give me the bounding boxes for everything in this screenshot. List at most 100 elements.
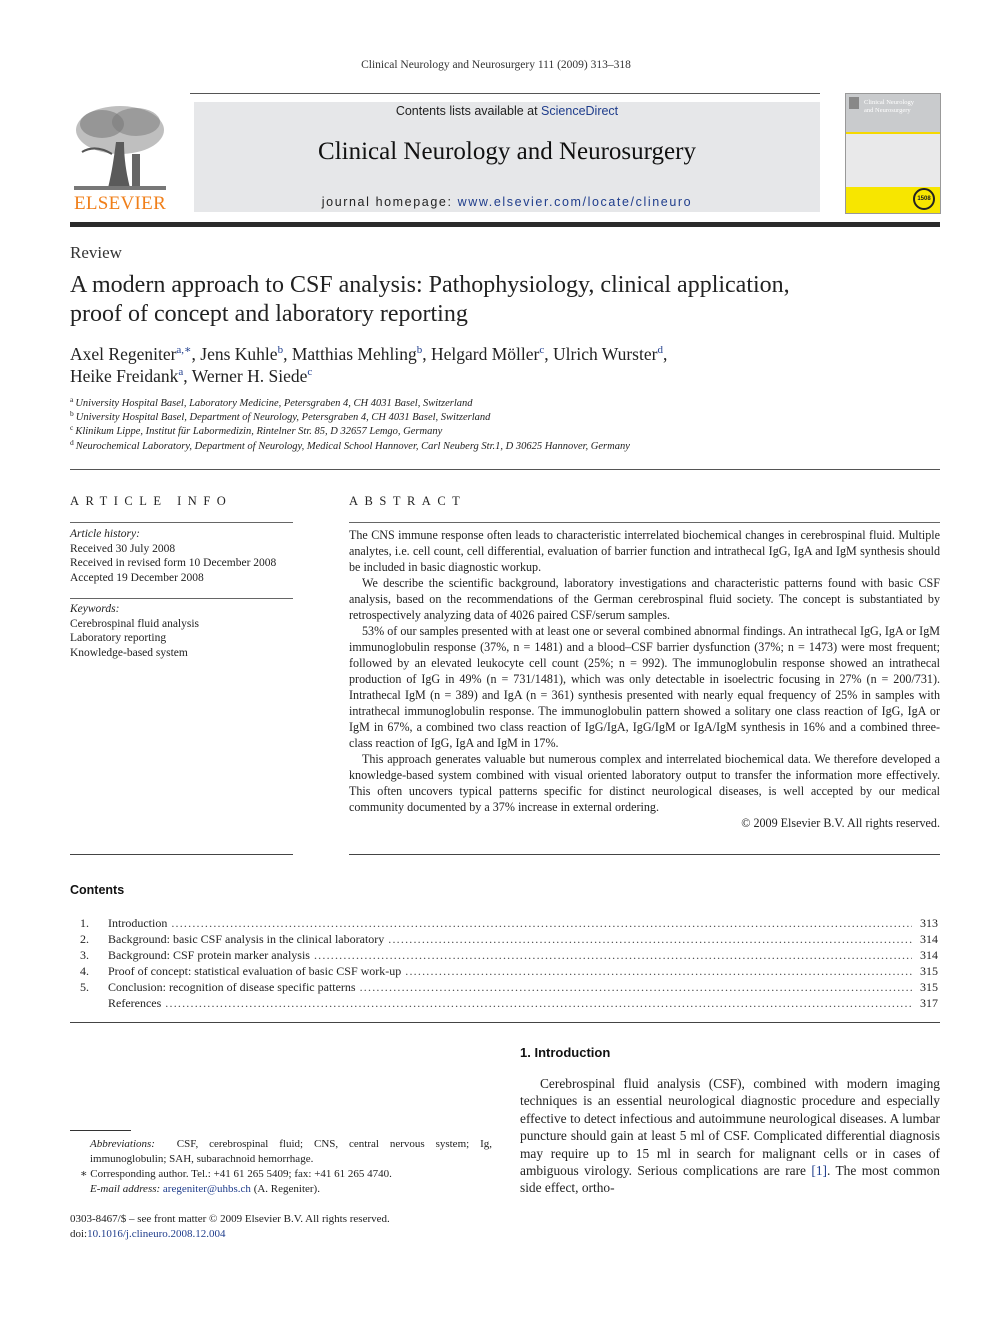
- cover-title-line2: and Neurosurgery: [864, 107, 911, 114]
- abstract-paragraph: We describe the scientific background, l…: [349, 576, 940, 622]
- author[interactable]: Axel Regenitera,∗: [70, 344, 192, 364]
- abstract-paragraph: This approach generates valuable but num…: [349, 752, 940, 814]
- abstract-end-rule: [349, 854, 940, 855]
- doi-link[interactable]: 10.1016/j.clineuro.2008.12.004: [87, 1228, 225, 1240]
- elsevier-wordmark: ELSEVIER: [73, 193, 167, 214]
- article-title-line1: A modern approach to CSF analysis: Patho…: [70, 272, 790, 298]
- contents-available-prefix: Contents lists available at: [395, 104, 542, 118]
- affiliation-text: University Hospital Basel, Laboratory Me…: [75, 398, 473, 409]
- email-link[interactable]: aregeniter@uhbs.ch: [163, 1183, 251, 1195]
- elsevier-logo[interactable]: ELSEVIER: [68, 100, 172, 215]
- toc-page: 313: [920, 916, 938, 930]
- toc-number: 4.: [80, 964, 89, 978]
- cover-footer-band: 1508: [846, 187, 940, 213]
- author-separator: ,: [183, 366, 192, 386]
- affiliation-key: c: [70, 423, 74, 433]
- affiliation: b University Hospital Basel, Department o…: [70, 409, 930, 425]
- author-separator: ,: [283, 344, 292, 364]
- toc-number: 1.: [80, 916, 89, 930]
- toc-item-proof-of-concept[interactable]: 4. Proof of concept: statistical evaluati…: [80, 963, 940, 979]
- journal-title: Clinical Neurology and Neurosurgery: [318, 138, 696, 165]
- sciencedirect-link[interactable]: ScienceDirect: [541, 104, 618, 118]
- article-info-end-rule: [70, 854, 293, 855]
- email-suffix: (A. Regeniter).: [250, 1183, 320, 1195]
- author-name: Helgard Möller: [430, 344, 540, 364]
- keyword: Laboratory reporting: [70, 632, 167, 644]
- abstract-paragraph: The CNS immune response often leads to c…: [349, 528, 940, 574]
- toc-leader: [360, 979, 912, 995]
- author-list: Axel Regenitera,∗, Jens Kuhleb, Matthias…: [70, 343, 930, 387]
- author-separator: ,: [544, 344, 553, 364]
- affiliation-key: a: [70, 395, 74, 404]
- author-separator: ,: [191, 344, 201, 364]
- cover-badge-icon: 1508: [913, 188, 935, 210]
- toc-leader: [165, 995, 912, 1011]
- history-entry: Received in revised form 10 December 200…: [70, 557, 277, 569]
- affiliation-key: b: [70, 409, 74, 419]
- toc-title[interactable]: Conclusion: recognition of disease speci…: [108, 979, 356, 995]
- toc-title[interactable]: Introduction: [108, 915, 167, 931]
- running-header: Clinical Neurology and Neurosurgery 111 …: [361, 59, 631, 71]
- masthead-thick-rule: [70, 222, 940, 227]
- footnote-rule: [70, 1130, 131, 1131]
- toc-item-background-protein[interactable]: 3. Background: CSF protein marker analysi…: [80, 947, 940, 963]
- toc-title[interactable]: References: [108, 995, 161, 1011]
- author-separator: ,: [662, 344, 668, 364]
- toc-title[interactable]: Background: CSF protein marker analysis: [108, 947, 310, 963]
- toc-page: 317: [920, 996, 938, 1010]
- journal-cover-thumbnail[interactable]: Clinical Neurology and Neurosurgery 1508: [845, 93, 941, 214]
- toc-number: 3.: [80, 948, 89, 962]
- author-name: Matthias Mehling: [291, 344, 417, 364]
- author[interactable]: Helgard Möllerc: [431, 344, 544, 364]
- affiliation-marker[interactable]: c: [307, 366, 312, 378]
- abstract-paragraph: 53% of our samples presented with at lea…: [349, 624, 940, 750]
- author-name: Ulrich Wurster: [553, 344, 658, 364]
- toc-title[interactable]: Background: basic CSF analysis in the cl…: [108, 931, 384, 947]
- toc-item-conclusion[interactable]: 5. Conclusion: recognition of disease spe…: [80, 979, 940, 995]
- keywords-label: Keywords:: [70, 603, 120, 615]
- toc-leader: [171, 915, 912, 931]
- affiliation-marker[interactable]: a,∗: [176, 344, 191, 356]
- doi-line: doi:10.1016/j.clineuro.2008.12.004: [70, 1227, 492, 1242]
- front-matter: 0303-8467/$ – see front matter © 2009 El…: [70, 1212, 492, 1242]
- homepage-prefix: journal homepage:: [321, 195, 458, 209]
- author[interactable]: Heike Freidanka: [70, 366, 183, 386]
- abbreviations-footnote: Abbreviations: CSF, cerebrospinal fluid;…: [70, 1137, 492, 1167]
- email-footnote: E-mail address: aregeniter@uhbs.ch (A. R…: [70, 1182, 492, 1197]
- email-label: E-mail address:: [90, 1183, 161, 1195]
- cover-publisher-icon: [849, 97, 859, 109]
- affiliation-text: Klinikum Lippe, Institut für Labormedizi…: [75, 426, 443, 438]
- author[interactable]: Werner H. Siedec: [192, 366, 313, 386]
- author-name: Axel Regeniter: [70, 344, 177, 364]
- journal-homepage-line: journal homepage: www.elsevier.com/locat…: [194, 195, 820, 209]
- elsevier-tree-icon: [74, 106, 166, 190]
- contents-end-rule: [70, 1022, 940, 1023]
- reference-link[interactable]: [1]: [811, 1163, 827, 1178]
- affiliation-key: d: [70, 437, 74, 447]
- toc-title[interactable]: Proof of concept: statistical evaluation…: [108, 963, 401, 979]
- section-divider: [70, 469, 940, 470]
- author[interactable]: Matthias Mehlingb: [292, 344, 422, 364]
- journal-homepage-link[interactable]: www.elsevier.com/locate/clineuro: [458, 195, 693, 209]
- article-info-rule: [70, 598, 293, 599]
- abbreviations-label: Abbreviations:: [90, 1138, 155, 1150]
- keyword: Cerebrospinal fluid analysis: [70, 617, 200, 630]
- history-entry: Accepted 19 December 2008: [70, 571, 204, 584]
- author-separator: ,: [422, 344, 431, 364]
- author[interactable]: Jens Kuhleb: [200, 344, 283, 364]
- author[interactable]: Ulrich Wursterd: [553, 344, 663, 364]
- author-name: Heike Freidank: [70, 366, 179, 386]
- toc-number: 2.: [80, 932, 89, 946]
- article-title-line2: proof of concept and laboratory reportin…: [70, 301, 468, 327]
- affiliation-text: University Hospital Basel, Department of…: [75, 412, 491, 424]
- toc-page: 314: [920, 932, 938, 946]
- toc-page: 314: [920, 948, 938, 962]
- introduction-heading: 1. Introduction: [520, 1045, 611, 1060]
- keywords: Keywords: Cerebrospinal fluid analysis L…: [70, 602, 199, 660]
- toc-leader: [405, 963, 912, 979]
- toc-item-background-basic[interactable]: 2. Background: basic CSF analysis in the …: [80, 931, 940, 947]
- cover-title: Clinical Neurology and Neurosurgery: [864, 99, 938, 115]
- toc-item-introduction[interactable]: 1. Introduction 313: [80, 915, 940, 931]
- article-type: Review: [70, 243, 122, 262]
- toc-item-references[interactable]: References 317: [80, 995, 940, 1011]
